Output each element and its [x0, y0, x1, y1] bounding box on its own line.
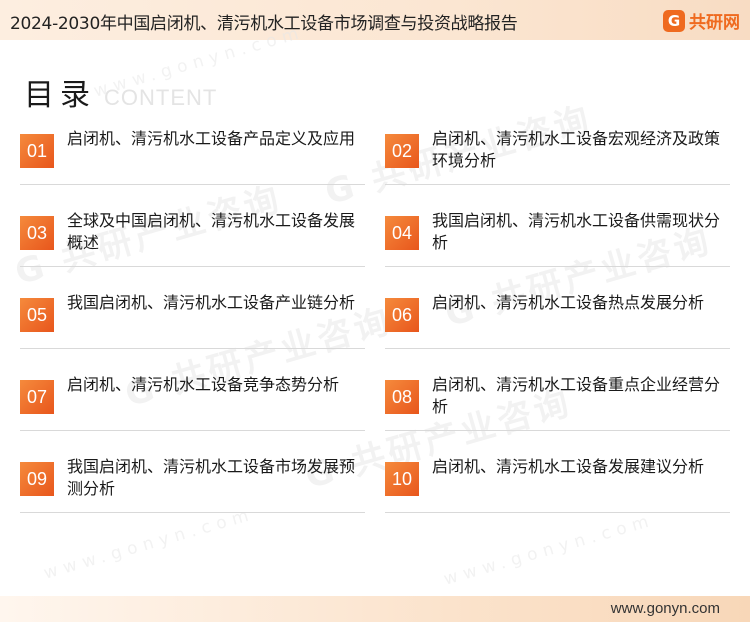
- footer-url: www.gonyn.com: [610, 600, 720, 617]
- toc-item-number: 07: [20, 380, 54, 414]
- brand-logo: G 共研网: [663, 8, 740, 33]
- watermark-url: www.gonyn.com: [441, 510, 657, 590]
- toc-item-label: 启闭机、清污机水工设备热点发展分析: [432, 293, 705, 312]
- logo-icon: G: [663, 9, 685, 32]
- toc-item-number: 03: [20, 216, 54, 250]
- toc-item-number: 04: [385, 216, 419, 250]
- toc-title: 目录: [24, 78, 96, 113]
- watermark-url: www.gonyn.com: [41, 504, 257, 584]
- toc-item[interactable]: 03 全球及中国启闭机、清污机水工设备发展概述: [20, 204, 365, 267]
- toc-item[interactable]: 09 我国启闭机、清污机水工设备市场发展预测分析: [20, 450, 365, 513]
- toc-item-number: 10: [385, 462, 419, 496]
- toc-item-label: 我国启闭机、清污机水工设备市场发展预测分析: [67, 457, 356, 498]
- toc-item-label: 我国启闭机、清污机水工设备产业链分析: [67, 293, 356, 312]
- toc-item[interactable]: 06 启闭机、清污机水工设备热点发展分析: [385, 286, 730, 349]
- toc-item[interactable]: 04 我国启闭机、清污机水工设备供需现状分析: [385, 204, 730, 267]
- toc-item[interactable]: 07 启闭机、清污机水工设备竞争态势分析: [20, 368, 365, 431]
- toc-item-label: 启闭机、清污机水工设备竞争态势分析: [67, 375, 340, 394]
- toc-item-label: 启闭机、清污机水工设备产品定义及应用: [67, 129, 356, 148]
- toc-item-number: 02: [385, 134, 419, 168]
- toc-item[interactable]: 02 启闭机、清污机水工设备宏观经济及政策环境分析: [385, 122, 730, 185]
- toc-item-label: 启闭机、清污机水工设备宏观经济及政策环境分析: [432, 129, 721, 170]
- toc-item-number: 01: [20, 134, 54, 168]
- toc-item-label: 全球及中国启闭机、清污机水工设备发展概述: [67, 211, 356, 252]
- toc-heading: 目录 CONTENT: [24, 70, 217, 114]
- report-title: 2024-2030年中国启闭机、清污机水工设备市场调查与投资战略报告: [10, 14, 518, 34]
- toc-item[interactable]: 05 我国启闭机、清污机水工设备产业链分析: [20, 286, 365, 349]
- toc-item-label: 我国启闭机、清污机水工设备供需现状分析: [432, 211, 721, 252]
- footer-bar: www.gonyn.com: [0, 596, 750, 622]
- toc-item[interactable]: 08 启闭机、清污机水工设备重点企业经营分析: [385, 368, 730, 431]
- toc-item-number: 09: [20, 462, 54, 496]
- toc-subtitle: CONTENT: [104, 85, 218, 110]
- toc-item-number: 06: [385, 298, 419, 332]
- logo-text: 共研网: [689, 13, 740, 33]
- toc-item-number: 05: [20, 298, 54, 332]
- toc-item-number: 08: [385, 380, 419, 414]
- toc-item-label: 启闭机、清污机水工设备重点企业经营分析: [432, 375, 721, 416]
- toc-item[interactable]: 10 启闭机、清污机水工设备发展建议分析: [385, 450, 730, 513]
- header-bar: 2024-2030年中国启闭机、清污机水工设备市场调查与投资战略报告 G 共研网: [0, 0, 750, 40]
- toc-item-label: 启闭机、清污机水工设备发展建议分析: [432, 457, 705, 476]
- toc-item[interactable]: 01 启闭机、清污机水工设备产品定义及应用: [20, 122, 365, 185]
